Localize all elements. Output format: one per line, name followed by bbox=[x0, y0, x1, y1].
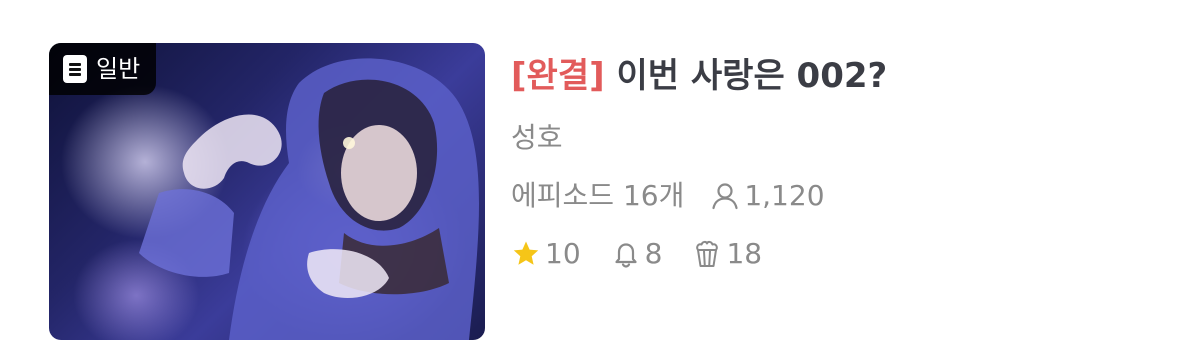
popcorn-icon bbox=[696, 240, 719, 267]
completed-tag: [완결] bbox=[511, 56, 605, 96]
star-count: 10 bbox=[545, 237, 581, 270]
alarm-count: 8 bbox=[644, 237, 663, 270]
popcorn-count: 18 bbox=[726, 237, 763, 270]
story-stats: 10 8 18 bbox=[511, 235, 887, 273]
star-icon bbox=[513, 241, 539, 265]
title-text: 이번 사랑은 002? bbox=[616, 56, 888, 96]
view-count: 1,120 bbox=[710, 177, 825, 215]
genre-badge: 일반 bbox=[49, 43, 157, 95]
view-count-value: 1,120 bbox=[744, 179, 825, 212]
popcorn-stat[interactable]: 18 bbox=[692, 235, 762, 273]
star-stat[interactable]: 10 bbox=[511, 235, 581, 273]
author-name[interactable]: 성호 bbox=[511, 120, 887, 156]
story-card[interactable]: 일반 [완결] 이번 사랑은 002? 성호 에피소드 16개 1,120 10… bbox=[0, 0, 1179, 362]
bell-icon bbox=[615, 243, 637, 268]
episode-count: 에피소드 16개 bbox=[511, 179, 685, 212]
document-icon bbox=[63, 55, 87, 83]
story-meta: 에피소드 16개 1,120 bbox=[511, 177, 887, 215]
person-icon bbox=[712, 183, 738, 210]
story-info: [완결] 이번 사랑은 002? 성호 에피소드 16개 1,120 10 8 … bbox=[511, 54, 887, 273]
genre-label: 일반 bbox=[96, 55, 141, 83]
story-title[interactable]: [완결] 이번 사랑은 002? bbox=[511, 54, 887, 98]
alarm-stat[interactable]: 8 bbox=[611, 235, 663, 273]
